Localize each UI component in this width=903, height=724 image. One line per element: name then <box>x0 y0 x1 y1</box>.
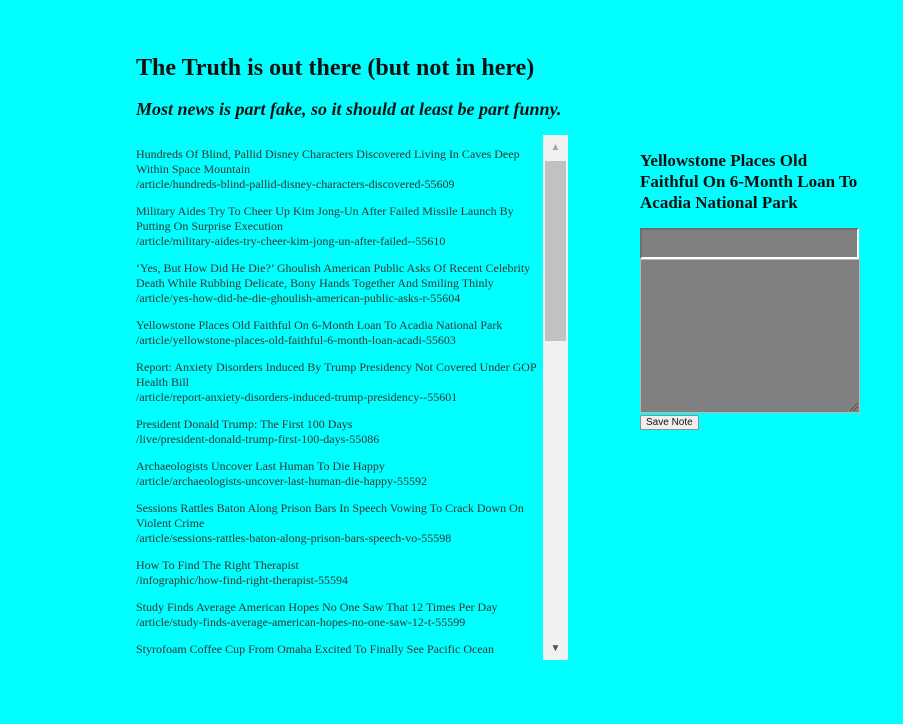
page-title: The Truth is out there (but not in here) <box>136 55 535 81</box>
article-title[interactable]: Report: Anxiety Disorders Induced By Tru… <box>136 360 542 390</box>
article-link[interactable]: /infographic/how-find-right-therapist-55… <box>136 573 542 588</box>
article-title[interactable]: How To Find The Right Therapist <box>136 558 542 573</box>
article-title[interactable]: Yellowstone Places Old Faithful On 6-Mon… <box>136 318 542 333</box>
article-link[interactable]: /article/hundreds-blind-pallid-disney-ch… <box>136 177 542 192</box>
save-note-button[interactable]: Save Note <box>640 415 699 430</box>
article-list[interactable]: Hundreds Of Blind, Pallid Disney Charact… <box>136 135 568 660</box>
article-link[interactable]: /article/sessions-rattles-baton-along-pr… <box>136 531 542 546</box>
article-link[interactable]: /article/archaeologists-uncover-last-hum… <box>136 474 542 489</box>
scroll-down-arrow-icon[interactable]: ▼ <box>543 636 568 660</box>
article-list-item[interactable]: Sessions Rattles Baton Along Prison Bars… <box>136 501 542 546</box>
article-title[interactable]: ‘Yes, But How Did He Die?’ Ghoulish Amer… <box>136 261 542 291</box>
selected-article-title: Yellowstone Places Old Faithful On 6-Mon… <box>640 151 858 212</box>
article-list-item[interactable]: Military Aides Try To Cheer Up Kim Jong-… <box>136 204 542 249</box>
article-list-item[interactable]: Styrofoam Coffee Cup From Omaha Excited … <box>136 642 542 660</box>
note-title-input[interactable] <box>640 228 859 259</box>
scrollbar-thumb[interactable] <box>545 161 566 341</box>
article-list-item[interactable]: Yellowstone Places Old Faithful On 6-Mon… <box>136 318 542 348</box>
article-link[interactable]: /article/report-anxiety-disorders-induce… <box>136 390 542 405</box>
article-list-item[interactable]: Report: Anxiety Disorders Induced By Tru… <box>136 360 542 405</box>
article-list-item[interactable]: How To Find The Right Therapist/infograp… <box>136 558 542 588</box>
article-title[interactable]: Archaeologists Uncover Last Human To Die… <box>136 459 542 474</box>
article-list-item[interactable]: Hundreds Of Blind, Pallid Disney Charact… <box>136 147 542 192</box>
article-title[interactable]: Military Aides Try To Cheer Up Kim Jong-… <box>136 204 542 234</box>
article-list-item[interactable]: President Donald Trump: The First 100 Da… <box>136 417 542 447</box>
page-tagline: Most news is part fake, so it should at … <box>136 99 562 119</box>
article-title[interactable]: Hundreds Of Blind, Pallid Disney Charact… <box>136 147 542 177</box>
scroll-up-arrow-icon[interactable]: ▲ <box>543 135 568 159</box>
article-list-scrollbar[interactable]: ▲ ▼ <box>543 135 568 660</box>
article-title[interactable]: Sessions Rattles Baton Along Prison Bars… <box>136 501 542 531</box>
resize-grip-icon[interactable] <box>850 403 858 411</box>
article-link[interactable]: /article/styrofoam-coffee-cup-omaha-exci… <box>136 657 542 660</box>
article-list-item[interactable]: ‘Yes, But How Did He Die?’ Ghoulish Amer… <box>136 261 542 306</box>
article-link[interactable]: /article/yellowstone-places-old-faithful… <box>136 333 542 348</box>
article-title[interactable]: Styrofoam Coffee Cup From Omaha Excited … <box>136 642 542 657</box>
article-link[interactable]: /article/study-finds-average-american-ho… <box>136 615 542 630</box>
article-list-content: Hundreds Of Blind, Pallid Disney Charact… <box>136 147 542 660</box>
article-title[interactable]: President Donald Trump: The First 100 Da… <box>136 417 542 432</box>
article-list-item[interactable]: Archaeologists Uncover Last Human To Die… <box>136 459 542 489</box>
note-body-textarea[interactable] <box>640 259 860 413</box>
article-link[interactable]: /article/military-aides-try-cheer-kim-jo… <box>136 234 542 249</box>
article-link[interactable]: /live/president-donald-trump-first-100-d… <box>136 432 542 447</box>
article-link[interactable]: /article/yes-how-did-he-die-ghoulish-ame… <box>136 291 542 306</box>
article-list-item[interactable]: Study Finds Average American Hopes No On… <box>136 600 542 630</box>
article-title[interactable]: Study Finds Average American Hopes No On… <box>136 600 542 615</box>
